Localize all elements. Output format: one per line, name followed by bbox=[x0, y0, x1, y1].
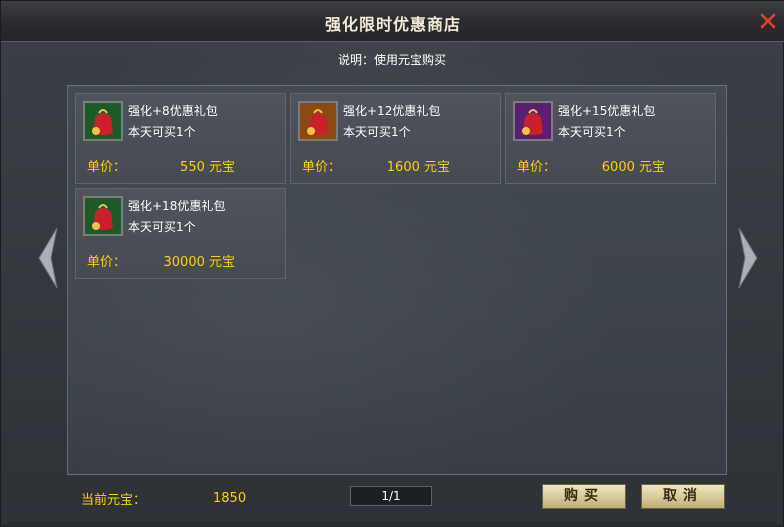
balance-value: 1850 bbox=[213, 491, 247, 506]
item-name: 强化+18优惠礼包 bbox=[128, 199, 226, 213]
shop-item-card[interactable]: 强化+15优惠礼包 本天可买1个 单价： 6000 元宝 bbox=[505, 93, 716, 184]
purchase-limit: 本天可买1个 bbox=[558, 125, 626, 139]
description-text: 说明：使用元宝购买 bbox=[337, 53, 446, 67]
purple-gift-bag-icon bbox=[513, 101, 553, 141]
item-name: 强化+15优惠礼包 bbox=[558, 104, 656, 118]
close-icon[interactable] bbox=[759, 12, 777, 30]
prev-page-arrow-icon[interactable] bbox=[35, 226, 61, 290]
shop-item-card[interactable]: 强化+18优惠礼包 本天可买1个 单价： 30000 元宝 bbox=[75, 188, 286, 279]
orange-gift-bag-icon bbox=[298, 101, 338, 141]
shop-item-card[interactable]: 强化+12优惠礼包 本天可买1个 单价： 1600 元宝 bbox=[290, 93, 501, 184]
window-title: 强化限时优惠商店 bbox=[324, 15, 461, 34]
item-name: 强化+8优惠礼包 bbox=[128, 104, 218, 118]
green-gift-bag-icon bbox=[83, 196, 123, 236]
item-name: 强化+12优惠礼包 bbox=[343, 104, 441, 118]
cancel-button[interactable]: 取消 bbox=[641, 484, 725, 509]
shop-window: 强化限时优惠商店 说明：使用元宝购买 强化+8优惠礼包 本天可买1个 单价： 5… bbox=[0, 0, 784, 527]
buy-button[interactable]: 购买 bbox=[542, 484, 626, 509]
item-list-panel: 强化+8优惠礼包 本天可买1个 单价： 550 元宝 强化+12优惠礼包 本天可… bbox=[67, 85, 727, 475]
purchase-limit: 本天可买1个 bbox=[128, 125, 196, 139]
price-label: 单价： bbox=[517, 160, 557, 175]
item-price: 6000 元宝 bbox=[601, 160, 665, 175]
item-price: 30000 元宝 bbox=[163, 255, 236, 270]
next-page-arrow-icon[interactable] bbox=[735, 226, 761, 290]
purchase-limit: 本天可买1个 bbox=[128, 220, 196, 234]
page-indicator: 1/1 bbox=[350, 486, 432, 506]
item-price: 550 元宝 bbox=[180, 160, 235, 175]
balance-label: 当前元宝： bbox=[81, 493, 147, 508]
price-label: 单价： bbox=[87, 255, 127, 270]
shop-item-card[interactable]: 强化+8优惠礼包 本天可买1个 单价： 550 元宝 bbox=[75, 93, 286, 184]
price-label: 单价： bbox=[87, 160, 127, 175]
green-gift-bag-icon bbox=[83, 101, 123, 141]
price-label: 单价： bbox=[302, 160, 342, 175]
item-price: 1600 元宝 bbox=[386, 160, 450, 175]
purchase-limit: 本天可买1个 bbox=[343, 125, 411, 139]
title-bar[interactable]: 强化限时优惠商店 bbox=[1, 1, 784, 42]
